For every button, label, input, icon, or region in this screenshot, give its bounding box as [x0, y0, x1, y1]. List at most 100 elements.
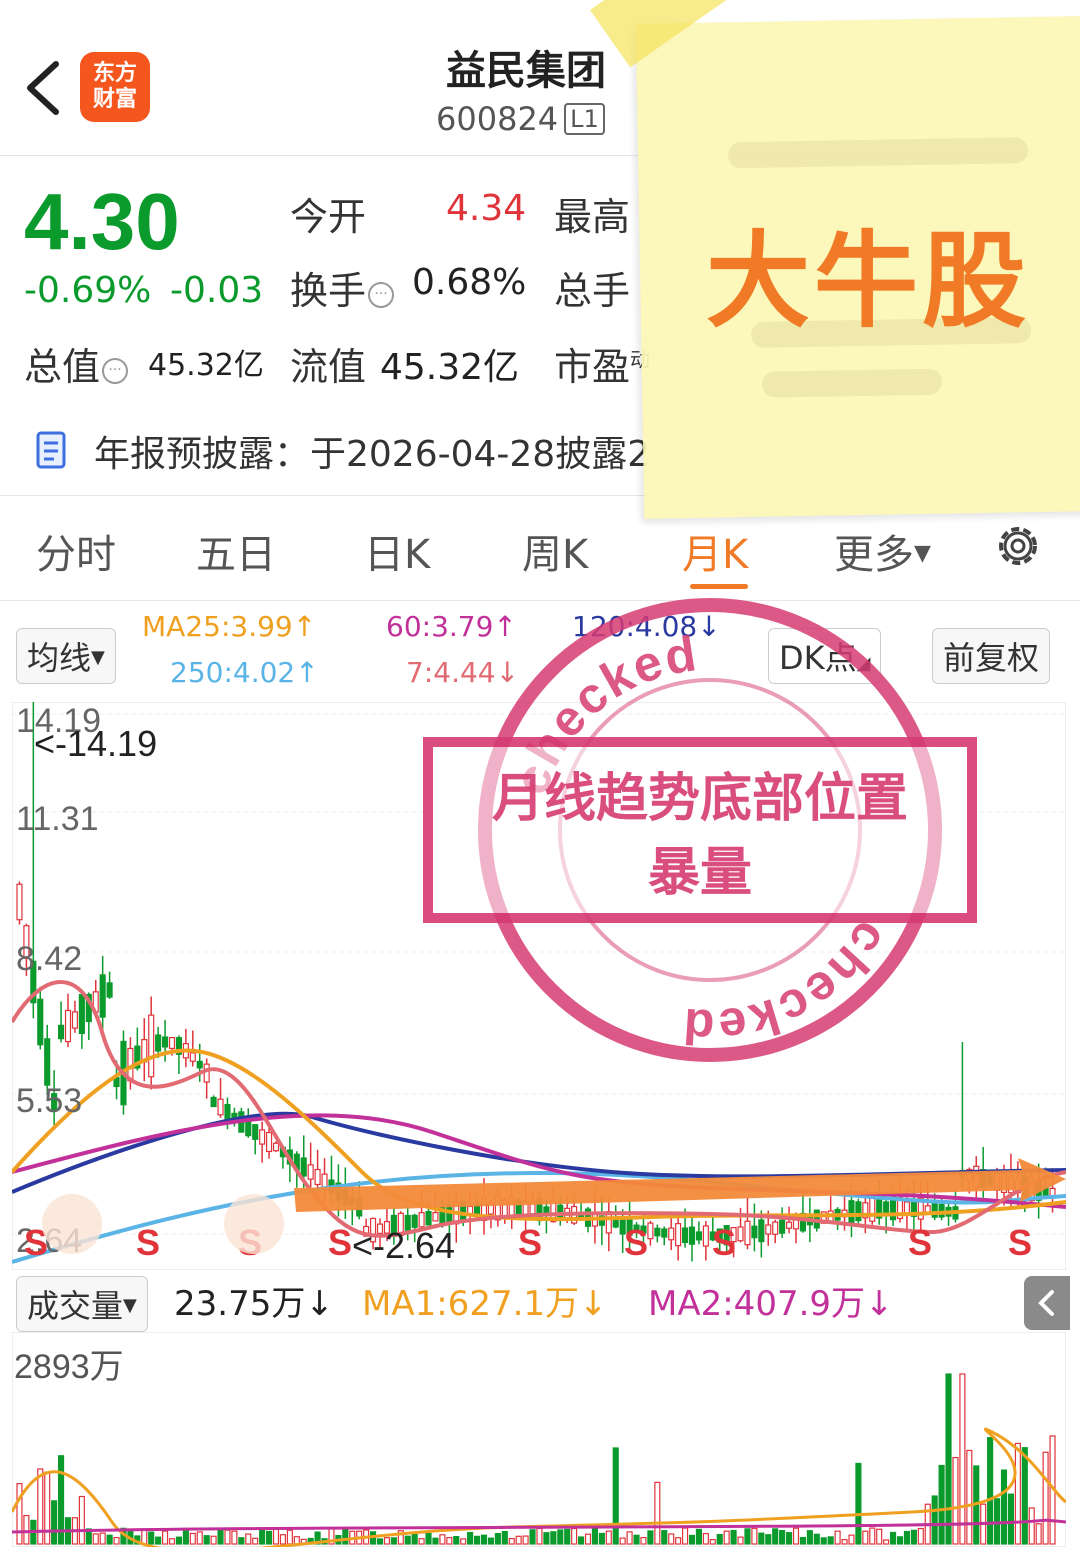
volume-bar [99, 1532, 106, 1545]
volume-bar [487, 1537, 495, 1545]
candle-body [64, 1009, 72, 1043]
volume-bar [217, 1528, 224, 1545]
volume-bar [966, 1449, 973, 1545]
volume-bar [841, 1539, 848, 1545]
volume-bar [834, 1530, 841, 1545]
info-icon[interactable]: ··· [102, 358, 129, 384]
open-value: 4.34 [446, 188, 527, 229]
ma250-value: 250:4.02↑ [170, 656, 319, 689]
volume-bar [945, 1373, 952, 1545]
candle-body [314, 1168, 321, 1186]
sell-signal-marker: S [712, 1222, 736, 1263]
candle-body [855, 1201, 862, 1222]
ma25-value: MA25:3.99↑ [142, 610, 317, 643]
volume-bar [820, 1537, 827, 1545]
tab-weekly-k[interactable]: 周K [522, 522, 588, 580]
candle-body [148, 1014, 155, 1078]
candle-body [681, 1227, 689, 1244]
candle-body [259, 1129, 266, 1145]
volume-chart[interactable]: 2893万 [12, 1332, 1066, 1547]
volume-bar [772, 1528, 779, 1545]
volume-bar [799, 1536, 807, 1545]
sell-signal-marker: S [136, 1222, 160, 1263]
volume-ma1: MA1:627.1万↓ [362, 1284, 608, 1324]
open-label: 今开 [290, 195, 367, 239]
candle-body [106, 982, 113, 998]
pe-label: 市盈动 [554, 345, 651, 389]
change-amount: -0.03 [170, 270, 264, 311]
tab-five-day[interactable]: 五日 [196, 522, 276, 580]
volume-bar [661, 1530, 668, 1545]
volume-bar [716, 1533, 723, 1545]
volume-bar [806, 1530, 813, 1545]
chevron-left-icon [1038, 1290, 1054, 1316]
volume-bar [272, 1528, 280, 1545]
stock-code-row: 600824 L1 [436, 100, 605, 138]
volume-bar [279, 1534, 287, 1545]
volume-ma2: MA2:407.9万↓ [648, 1284, 894, 1324]
volume-bar [633, 1534, 640, 1545]
volume-bar [293, 1536, 300, 1545]
volume-bar [723, 1530, 730, 1545]
volume-bar [162, 1530, 169, 1545]
volume-bar [1000, 1469, 1008, 1545]
volume-bar [827, 1536, 834, 1545]
volume-bar [480, 1534, 488, 1545]
candle-body [57, 1024, 65, 1040]
volume-dropdown[interactable]: 成交量▼ [16, 1276, 148, 1332]
float-value: 45.32亿 [380, 347, 520, 388]
volume-bar [883, 1539, 890, 1545]
volume-bar [78, 1495, 85, 1545]
dropdown-caret-icon: ▼ [914, 541, 931, 566]
settings-gear-icon[interactable] [992, 520, 1044, 572]
annual-report-notice[interactable]: 年报预披露：于2026-04-28披露2 [94, 425, 650, 477]
volume-bar [23, 1514, 30, 1545]
volume-bar [439, 1534, 446, 1545]
volume-bar [1035, 1523, 1042, 1545]
tab-intraday[interactable]: 分时 [36, 522, 116, 580]
volume-bar [938, 1464, 945, 1545]
volume-bar [654, 1481, 661, 1545]
candle-body [272, 1142, 280, 1152]
back-arrow-icon[interactable] [22, 58, 66, 118]
volume-bar [224, 1529, 231, 1545]
ma-dropdown[interactable]: 均线▼ [16, 628, 116, 684]
change-percent: -0.69% [24, 270, 152, 311]
candle-body [99, 974, 106, 1018]
level-badge: L1 [564, 103, 605, 135]
volume-bar [432, 1537, 439, 1545]
volume-bar [460, 1538, 467, 1545]
candle-body [772, 1221, 779, 1235]
volume-bar [189, 1532, 196, 1545]
volume-bar [418, 1538, 425, 1545]
volume-bar [92, 1533, 99, 1545]
volume-bar [792, 1527, 800, 1545]
candle-body [203, 1063, 210, 1083]
volume-bar [876, 1528, 883, 1545]
volume-bar [675, 1537, 682, 1545]
candle-body [425, 1210, 432, 1226]
volume-bar [286, 1529, 293, 1545]
volume-bar [113, 1536, 120, 1545]
volume-bar [210, 1535, 217, 1545]
volume-bar [238, 1537, 245, 1545]
sell-signal-marker: S [328, 1222, 352, 1263]
stock-name: 益民集团 [446, 48, 606, 94]
volume-bar [259, 1528, 266, 1545]
candle-body [647, 1222, 654, 1240]
volume-bar [577, 1536, 585, 1545]
volume-bar [813, 1533, 820, 1545]
collapse-panel-button[interactable] [1024, 1276, 1070, 1330]
volume-bar [959, 1373, 966, 1545]
volume-bar [383, 1537, 391, 1545]
volume-bar [522, 1535, 529, 1545]
candle-body [266, 1131, 273, 1153]
volume-bar [619, 1537, 626, 1545]
active-tab-indicator [690, 584, 748, 589]
tab-more[interactable]: 更多▼ [834, 522, 931, 580]
tab-daily-k[interactable]: 日K [364, 522, 430, 580]
volume-bar [501, 1530, 508, 1545]
info-icon[interactable]: ··· [368, 282, 395, 308]
volume-bar [231, 1530, 238, 1545]
tab-monthly-k[interactable]: 月K [682, 522, 748, 580]
